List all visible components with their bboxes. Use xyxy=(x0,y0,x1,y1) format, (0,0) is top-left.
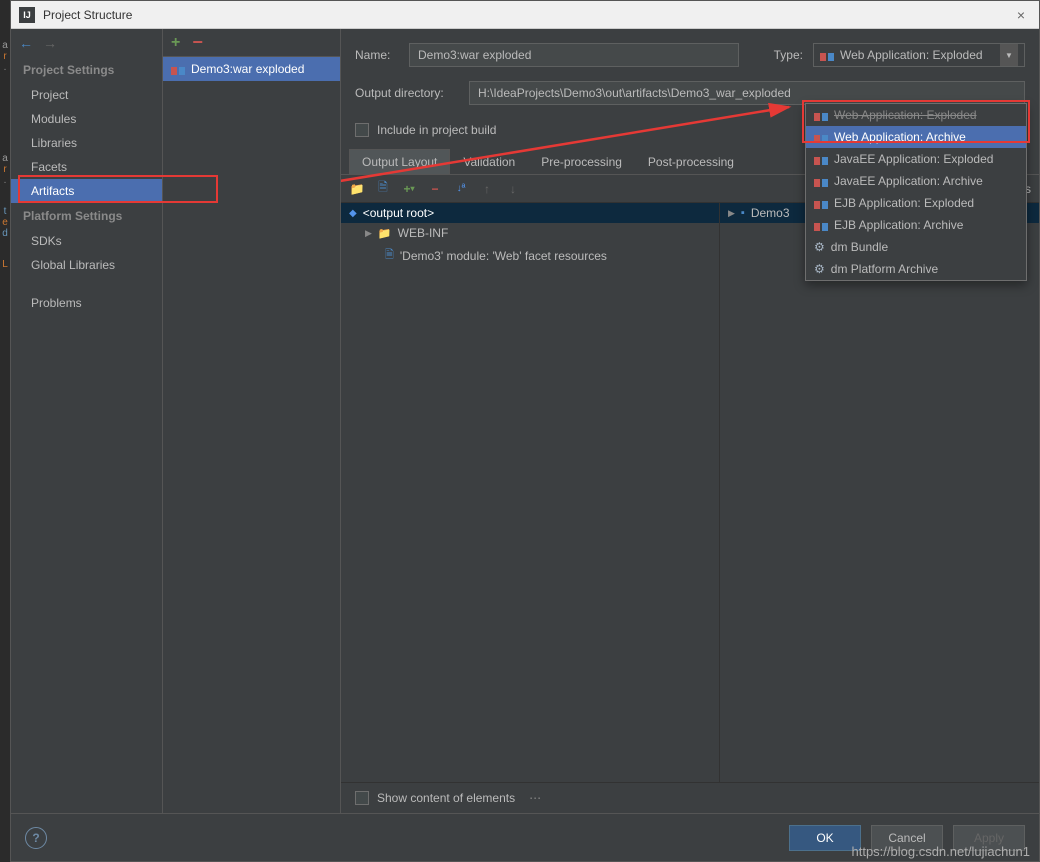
artifact-item-label: Demo3:war exploded xyxy=(191,62,304,76)
artifact-toolbar: + − xyxy=(163,29,340,57)
sidebar: ← → Project Settings Project Modules Lib… xyxy=(11,29,163,813)
include-build-checkbox[interactable] xyxy=(355,123,369,137)
tree-output-root-label: <output root> xyxy=(363,206,434,220)
type-dropdown: Web Application: Exploded Web Applicatio… xyxy=(805,103,1027,281)
artifact-icon xyxy=(814,175,828,187)
show-content-checkbox[interactable] xyxy=(355,791,369,805)
dd-javaee-archive[interactable]: JavaEE Application: Archive xyxy=(806,170,1026,192)
name-label: Name: xyxy=(355,48,399,62)
tree-output-root[interactable]: ◆ <output root> xyxy=(341,203,719,223)
dd-dm-bundle[interactable]: ⚙ dm Bundle xyxy=(806,236,1026,258)
expand-icon[interactable]: ▶ xyxy=(728,208,735,219)
move-down-icon[interactable]: ↓ xyxy=(505,181,521,197)
type-select[interactable]: Web Application: Exploded ▼ xyxy=(813,43,1025,67)
bundle-icon: ⚙ xyxy=(814,240,825,254)
watermark: https://blog.csdn.net/lujiachun1 xyxy=(851,844,1030,859)
dd-ejb-archive[interactable]: EJB Application: Archive xyxy=(806,214,1026,236)
folder-icon: 📁 xyxy=(378,227,392,240)
web-resources-icon: 🗎 xyxy=(385,246,394,265)
close-icon[interactable]: × xyxy=(1011,7,1031,23)
new-archive-icon[interactable]: 🗎 xyxy=(375,181,391,197)
artifact-icon xyxy=(814,109,828,121)
tab-validation[interactable]: Validation xyxy=(450,149,528,174)
dd-ejb-exploded[interactable]: EJB Application: Exploded xyxy=(806,192,1026,214)
tree-module-resources[interactable]: 🗎 'Demo3' module: 'Web' facet resources xyxy=(341,243,719,268)
tab-post-processing[interactable]: Post-processing xyxy=(635,149,747,174)
expand-icon[interactable]: ▶ xyxy=(365,228,372,239)
editor-gutter-strip: a r . a r . t e d L xyxy=(0,0,10,862)
main-panel: Name: Type: Web Application: Exploded ▼ … xyxy=(341,29,1039,813)
dd-web-exploded[interactable]: Web Application: Exploded xyxy=(806,104,1026,126)
window-title: Project Structure xyxy=(43,8,1011,22)
tab-output-layout[interactable]: Output Layout xyxy=(349,149,450,174)
new-folder-icon[interactable]: 📁 xyxy=(349,181,365,197)
chevron-down-icon: ▼ xyxy=(1000,44,1018,66)
nav-global-libraries[interactable]: Global Libraries xyxy=(11,253,162,277)
project-structure-dialog: IJ Project Structure × ← → Project Setti… xyxy=(10,0,1040,862)
output-tree[interactable]: ◆ <output root> ▶ 📁 WEB-INF 🗎 'Demo3' mo… xyxy=(341,203,719,782)
dialog-body: ← → Project Settings Project Modules Lib… xyxy=(11,29,1039,813)
dd-javaee-exploded[interactable]: JavaEE Application: Exploded xyxy=(806,148,1026,170)
tree-webinf[interactable]: ▶ 📁 WEB-INF xyxy=(341,223,719,243)
tree-webinf-label: WEB-INF xyxy=(398,226,449,240)
app-icon: IJ xyxy=(19,7,35,23)
artifact-list-panel: + − Demo3:war exploded xyxy=(163,29,341,813)
avail-demo3-label: Demo3 xyxy=(751,206,790,220)
outdir-label: Output directory: xyxy=(355,86,459,100)
tree-module-resources-label: 'Demo3' module: 'Web' facet resources xyxy=(400,249,607,263)
show-content-row[interactable]: Show content of elements ⋯ xyxy=(341,782,1039,813)
section-project-settings: Project Settings xyxy=(11,57,162,83)
artifact-item-demo3[interactable]: Demo3:war exploded xyxy=(163,57,340,81)
ellipsis-icon[interactable]: ⋯ xyxy=(529,791,542,805)
help-icon[interactable]: ? xyxy=(25,827,47,849)
nav-project[interactable]: Project xyxy=(11,83,162,107)
nav-artifacts[interactable]: Artifacts xyxy=(11,179,162,203)
type-select-value: Web Application: Exploded xyxy=(840,48,983,62)
nav-arrows: ← → xyxy=(11,29,162,57)
content-split: ◆ <output root> ▶ 📁 WEB-INF 🗎 'Demo3' mo… xyxy=(341,203,1039,782)
module-icon: ▪ xyxy=(741,207,745,219)
forward-icon[interactable]: → xyxy=(43,35,57,51)
artifact-icon xyxy=(171,63,185,75)
add-artifact-icon[interactable]: + xyxy=(171,34,180,52)
outdir-input[interactable] xyxy=(469,81,1025,105)
dd-web-archive[interactable]: Web Application: Archive xyxy=(806,126,1026,148)
output-root-icon: ◆ xyxy=(349,208,357,219)
tab-pre-processing[interactable]: Pre-processing xyxy=(528,149,635,174)
artifact-icon xyxy=(814,219,828,231)
titlebar: IJ Project Structure × xyxy=(11,1,1039,29)
nav-libraries[interactable]: Libraries xyxy=(11,131,162,155)
nav-facets[interactable]: Facets xyxy=(11,155,162,179)
dd-dm-platform[interactable]: ⚙ dm Platform Archive xyxy=(806,258,1026,280)
sort-icon[interactable]: ↓ª xyxy=(453,181,469,197)
back-icon[interactable]: ← xyxy=(19,35,33,51)
ok-button[interactable]: OK xyxy=(789,825,861,851)
available-elements-pane[interactable]: ▶ ▪ Demo3 xyxy=(719,203,1039,782)
show-content-label: Show content of elements xyxy=(377,791,515,805)
bundle-icon: ⚙ xyxy=(814,262,825,276)
artifact-icon xyxy=(814,131,828,143)
remove-artifact-icon[interactable]: − xyxy=(192,32,203,53)
nav-modules[interactable]: Modules xyxy=(11,107,162,131)
section-platform-settings: Platform Settings xyxy=(11,203,162,229)
remove-icon[interactable]: − xyxy=(427,181,443,197)
name-input[interactable] xyxy=(409,43,739,67)
nav-sdks[interactable]: SDKs xyxy=(11,229,162,253)
artifact-type-icon xyxy=(820,49,834,61)
artifact-icon xyxy=(814,197,828,209)
type-label: Type: xyxy=(774,48,803,62)
move-up-icon[interactable]: ↑ xyxy=(479,181,495,197)
include-build-label: Include in project build xyxy=(377,123,496,137)
artifact-icon xyxy=(814,153,828,165)
add-copy-icon[interactable]: +▾ xyxy=(401,181,417,197)
nav-problems[interactable]: Problems xyxy=(11,291,162,315)
